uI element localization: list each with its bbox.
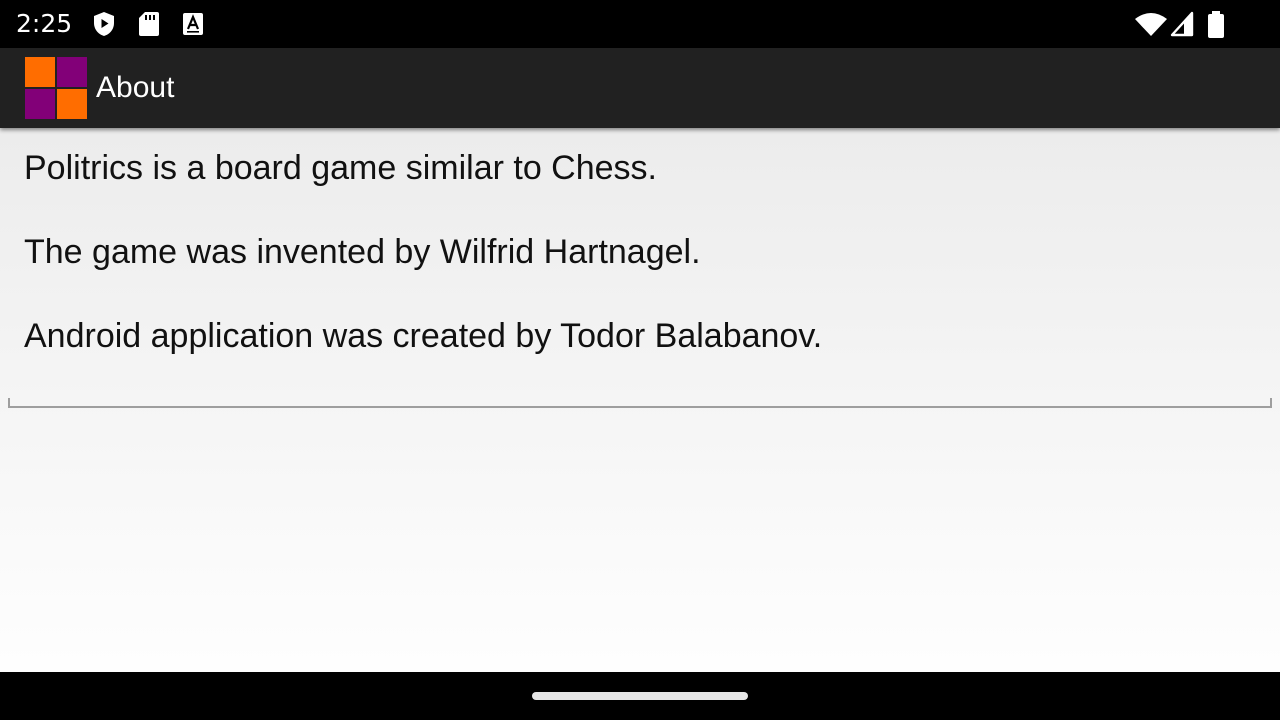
about-text-developer: Android application was created by Todor… (24, 317, 823, 355)
status-time: 2:25 (16, 9, 73, 38)
about-text-description: Politrics is a board game similar to Che… (24, 149, 658, 187)
status-bar: 2:25 (0, 0, 1280, 48)
wifi-icon (1135, 13, 1167, 36)
app-bar: About (0, 48, 1280, 128)
battery-icon (1208, 11, 1224, 38)
board-logo-icon[interactable] (25, 57, 87, 119)
content-divider (8, 398, 1272, 408)
sd-card-icon (139, 12, 159, 36)
navigation-bar (0, 672, 1280, 720)
page-title: About (96, 71, 175, 104)
home-handle[interactable] (532, 692, 748, 700)
play-protect-icon (94, 12, 114, 36)
about-text-inventor: The game was invented by Wilfrid Hartnag… (24, 233, 701, 271)
keyboard-a-icon (183, 13, 203, 35)
about-content: Politrics is a board game similar to Che… (0, 128, 1280, 672)
cell-signal-icon (1170, 11, 1194, 37)
